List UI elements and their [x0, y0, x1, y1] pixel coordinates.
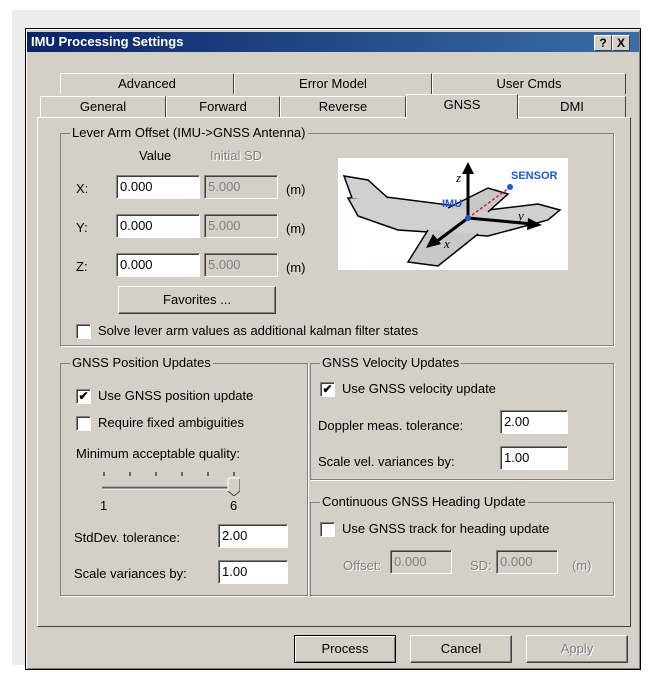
z-value-field[interactable]: 0.000 — [116, 253, 200, 277]
z-label: Z: — [76, 259, 88, 274]
initial-sd-header: Initial SD — [210, 148, 263, 163]
z-axis-label: z — [456, 170, 462, 185]
doppler-tolerance-field[interactable]: 2.00 — [500, 410, 568, 434]
min-quality-label: Minimum acceptable quality: — [76, 446, 241, 461]
favorites-button[interactable]: Favorites ... — [118, 286, 276, 314]
heading-update-legend: Continuous GNSS Heading Update — [320, 494, 528, 509]
tab-general[interactable]: General — [40, 96, 166, 117]
process-button[interactable]: Process — [294, 635, 396, 663]
tab-error-model[interactable]: Error Model — [234, 73, 432, 94]
require-fixed-label: Require fixed ambiguities — [98, 415, 244, 430]
value-header: Value — [139, 148, 172, 163]
x-value-field[interactable]: 0.000 — [116, 175, 200, 199]
use-velocity-update-label: Use GNSS velocity update — [342, 381, 496, 396]
z-sd-field: 5.000 — [204, 253, 278, 277]
tab-gnss[interactable]: GNSS — [406, 94, 518, 119]
close-button[interactable]: X — [612, 35, 630, 51]
cancel-button[interactable]: Cancel — [410, 635, 512, 663]
tab-dmi[interactable]: DMI — [518, 96, 626, 117]
window-title: IMU Processing Settings — [31, 34, 184, 49]
y-axis-label: y — [518, 208, 524, 223]
z-unit: (m) — [286, 260, 306, 275]
lever-arm-legend: Lever Arm Offset (IMU->GNSS Antenna) — [70, 125, 308, 140]
use-position-update-label: Use GNSS position update — [98, 388, 254, 403]
stddev-tolerance-field[interactable]: 2.00 — [218, 524, 288, 548]
use-velocity-update-checkbox[interactable]: ✔ — [320, 382, 335, 397]
y-unit: (m) — [286, 221, 306, 236]
heading-update-group — [310, 502, 614, 596]
help-button[interactable]: ? — [594, 35, 612, 51]
x-sd-field: 5.000 — [204, 175, 278, 199]
tab-forward[interactable]: Forward — [166, 96, 280, 117]
offset-label: Offset: — [343, 558, 382, 573]
quality-slider[interactable] — [100, 466, 241, 497]
y-value-field[interactable]: 0.000 — [116, 214, 200, 238]
use-gnss-track-checkbox[interactable] — [320, 522, 335, 537]
scale-vel-variances-label: Scale vel. variances by: — [318, 454, 455, 469]
heading-unit: (m) — [572, 558, 592, 573]
y-sd-field: 5.000 — [204, 214, 278, 238]
tab-advanced[interactable]: Advanced — [60, 73, 234, 94]
imu-label: IMU — [442, 198, 463, 210]
solve-lever-arm-checkbox[interactable] — [76, 324, 91, 339]
scale-variances-label: Scale variances by: — [74, 566, 187, 581]
apply-button[interactable]: Apply — [526, 635, 628, 663]
require-fixed-checkbox[interactable] — [76, 416, 91, 431]
tab-user-cmds[interactable]: User Cmds — [432, 73, 626, 94]
doppler-tolerance-label: Doppler meas. tolerance: — [318, 418, 464, 433]
velocity-updates-legend: GNSS Velocity Updates — [320, 355, 462, 370]
scale-vel-variances-field[interactable]: 1.00 — [500, 446, 568, 470]
x-axis-label: x — [444, 236, 450, 251]
x-label: X: — [76, 181, 89, 196]
slider-track — [102, 472, 241, 497]
lever-arm-diagram: SENSOR IMU z y x — [338, 158, 568, 270]
use-gnss-track-label: Use GNSS track for heading update — [342, 521, 550, 536]
position-updates-legend: GNSS Position Updates — [70, 355, 213, 370]
use-position-update-checkbox[interactable]: ✔ — [76, 389, 91, 404]
sensor-label: SENSOR — [511, 170, 558, 182]
slider-max-label: 6 — [230, 498, 238, 513]
stddev-tolerance-label: StdDev. tolerance: — [74, 530, 180, 545]
solve-lever-arm-label: Solve lever arm values as additional kal… — [98, 323, 419, 338]
heading-sd-label: SD: — [470, 558, 492, 573]
y-label: Y: — [76, 220, 88, 235]
scale-variances-field[interactable]: 1.00 — [218, 560, 288, 584]
x-unit: (m) — [286, 182, 306, 197]
tab-panel-gnss: Lever Arm Offset (IMU->GNSS Antenna) Val… — [37, 117, 631, 627]
tab-reverse[interactable]: Reverse — [280, 96, 406, 117]
offset-field: 0.000 — [390, 550, 452, 574]
slider-min-label: 1 — [100, 498, 108, 513]
heading-sd-field: 0.000 — [496, 550, 558, 574]
